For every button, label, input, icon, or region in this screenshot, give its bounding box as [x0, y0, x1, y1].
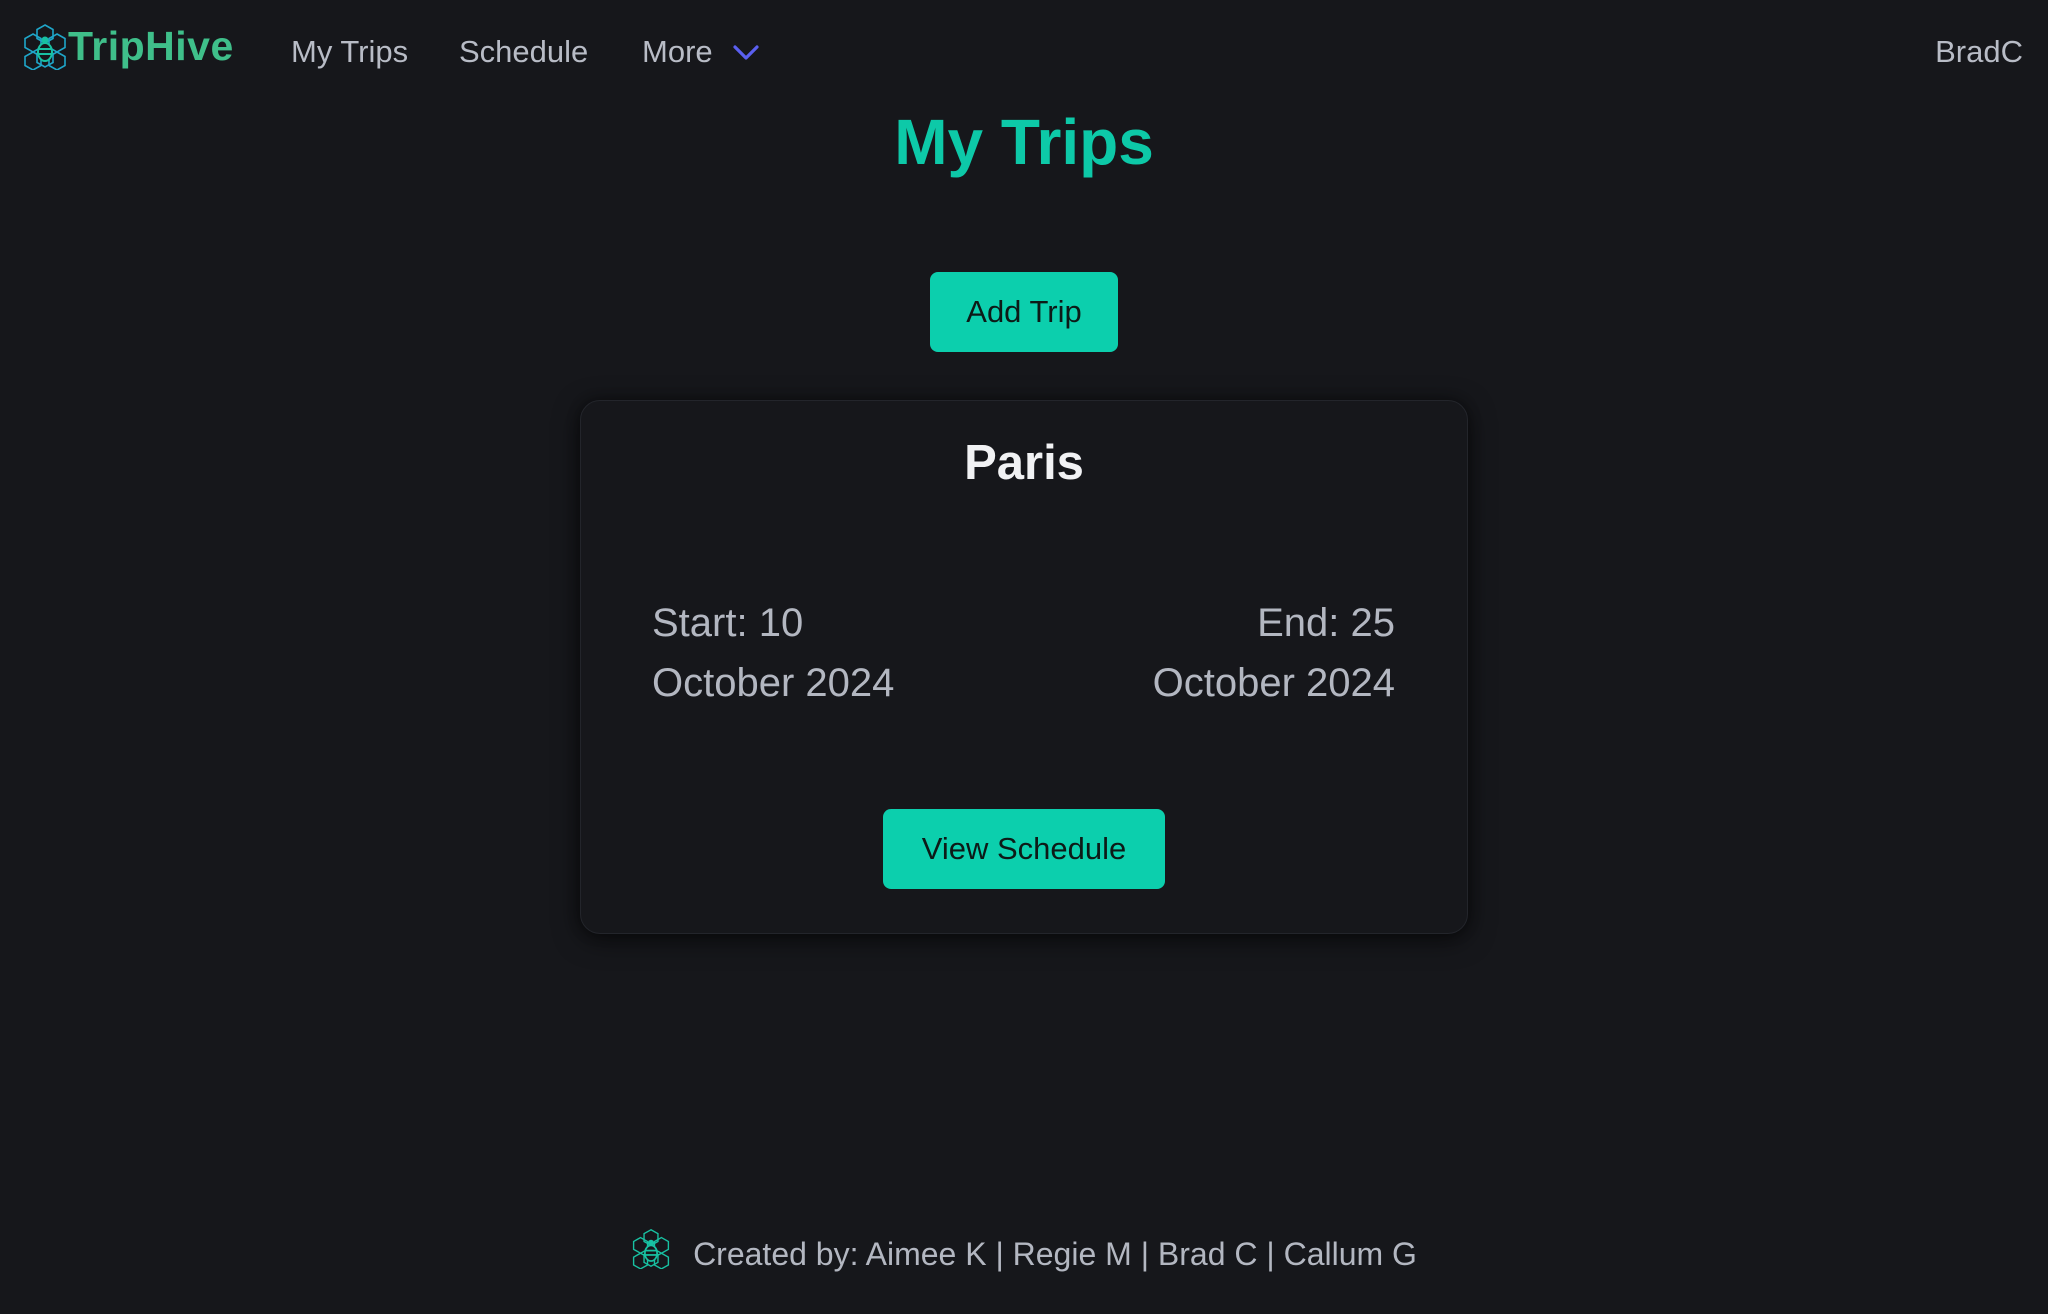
bee-hexagon-logo-icon — [24, 24, 66, 70]
nav-link-schedule[interactable]: Schedule — [459, 30, 588, 74]
nav-link-my-trips[interactable]: My Trips — [291, 30, 408, 74]
footer: Created by: Aimee K | Regie M | Brad C |… — [0, 1228, 2048, 1276]
brand-home-link[interactable]: TripHive — [22, 22, 234, 70]
add-trip-button[interactable]: Add Trip — [930, 272, 1118, 352]
chevron-down-icon — [733, 45, 759, 60]
nav-dropdown-more[interactable]: More — [642, 30, 761, 74]
user-menu-link[interactable]: BradC — [1935, 30, 2023, 74]
trip-name: Paris — [964, 436, 1084, 490]
brand-name: TripHive — [68, 23, 234, 69]
trip-end-line-2: October 2024 — [1152, 661, 1395, 705]
trip-start-line-2: October 2024 — [652, 661, 895, 705]
page-title: My Trips — [894, 106, 1154, 178]
trip-start-line-1: Start: 10 — [652, 601, 804, 645]
trip-start-date: Start: 10 October 2024 — [652, 593, 894, 713]
trip-end-date: End: 25 October 2024 — [1153, 593, 1395, 713]
footer-credits: Created by: Aimee K | Regie M | Brad C |… — [693, 1236, 1417, 1272]
trip-end-line-1: End: 25 — [1257, 601, 1395, 645]
trip-card: Paris Start: 10 October 2024 End: 25 Oct… — [580, 400, 1468, 934]
navbar: TripHive My Trips Schedule More BradC — [0, 0, 2048, 104]
nav-more-label: More — [642, 34, 713, 69]
view-schedule-button[interactable]: View Schedule — [883, 809, 1165, 889]
bee-hexagon-logo-icon — [632, 1228, 670, 1269]
